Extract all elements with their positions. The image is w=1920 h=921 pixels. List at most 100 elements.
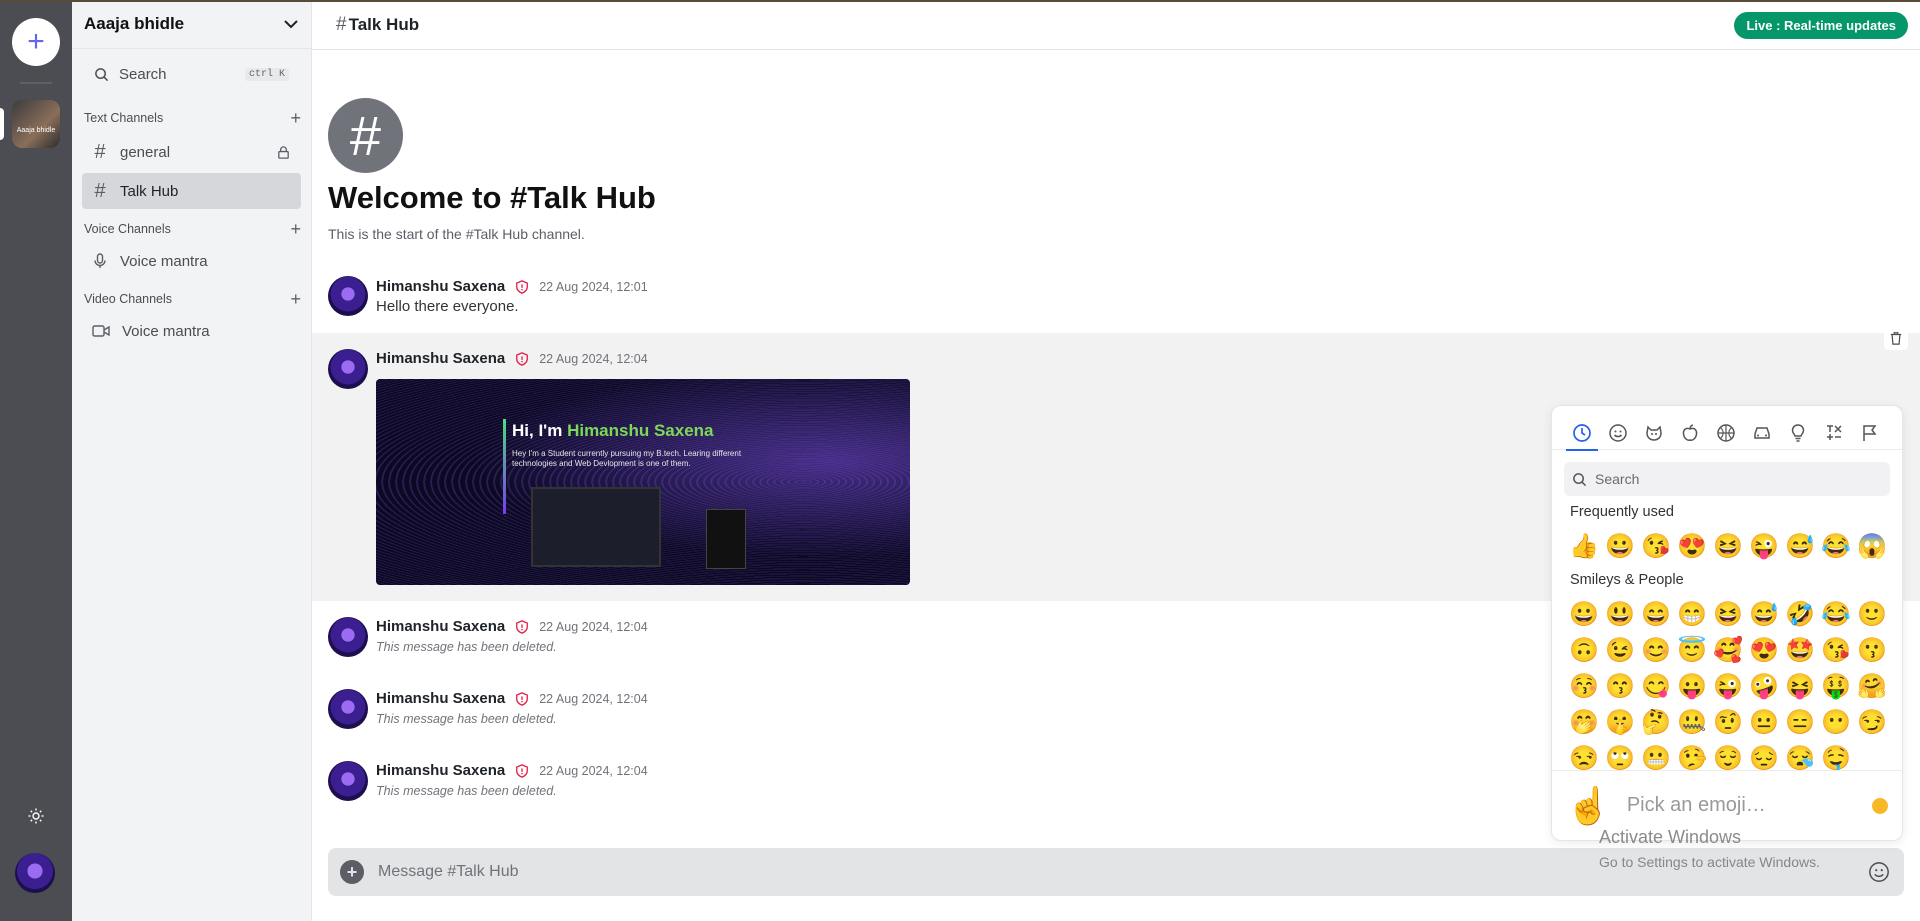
emoji-button[interactable]: 😘 (1818, 632, 1854, 668)
emoji-button[interactable]: 🤫 (1602, 704, 1638, 740)
emoji-button[interactable]: 😂 (1818, 596, 1854, 632)
emoji-button[interactable]: 🤑 (1818, 668, 1854, 704)
emoji-button[interactable]: 😁 (1674, 596, 1710, 632)
attachment-accent-line (503, 419, 506, 514)
server-icon[interactable]: Aaaja bhidle (12, 100, 60, 148)
emoji-button[interactable]: 😆 (1710, 596, 1746, 632)
emoji-button[interactable]: 😚 (1566, 668, 1602, 704)
channel-voice-mantra[interactable]: Voice mantra (82, 243, 301, 279)
emoji-button[interactable] (1866, 859, 1892, 885)
category-travel[interactable] (1744, 416, 1780, 450)
author-name[interactable]: Himanshu Saxena (376, 278, 505, 295)
emoji-button[interactable]: 🤣 (1782, 596, 1818, 632)
message[interactable]: Himanshu Saxena 22 Aug 2024, 12:01 Hello… (312, 272, 1920, 332)
emoji-button[interactable]: 😗 (1854, 632, 1890, 668)
emoji-button[interactable]: 😀 (1602, 528, 1638, 564)
emoji-search (1564, 462, 1890, 496)
smiley-icon (1609, 424, 1627, 442)
emoji-button[interactable]: 😐 (1746, 704, 1782, 740)
add-attachment-button[interactable]: + (340, 860, 364, 884)
author-avatar[interactable] (328, 276, 368, 316)
emoji-button[interactable]: 😘 (1638, 528, 1674, 564)
emoji-button[interactable]: 👍 (1566, 528, 1602, 564)
category-smileys[interactable] (1600, 416, 1636, 450)
emoji-button[interactable]: 😍 (1746, 632, 1782, 668)
emoji-search-input[interactable] (1595, 471, 1882, 487)
emoji-button[interactable]: 😙 (1602, 668, 1638, 704)
emoji-button[interactable]: 🤪 (1746, 668, 1782, 704)
image-attachment[interactable]: Hi, I'm Himanshu Saxena Hey I'm a Studen… (376, 379, 910, 585)
emoji-button[interactable]: 😑 (1782, 704, 1818, 740)
author-name[interactable]: Himanshu Saxena (376, 350, 505, 367)
emoji-button[interactable]: 😇 (1674, 632, 1710, 668)
emoji-button[interactable]: 🤔 (1638, 704, 1674, 740)
deleted-message-notice: This message has been deleted. (376, 640, 557, 654)
attachment-text: Hey I'm a Student currently pursuing my … (512, 449, 742, 468)
emoji-button[interactable]: 😏 (1854, 704, 1890, 740)
emoji-button[interactable]: 😊 (1638, 632, 1674, 668)
add-text-channel-button[interactable]: + (290, 109, 301, 127)
welcome-title: Welcome to #Talk Hub (328, 180, 656, 215)
emoji-button[interactable]: 😋 (1638, 668, 1674, 704)
emoji-button[interactable]: 😝 (1782, 668, 1818, 704)
emoji-button[interactable]: 🤗 (1854, 668, 1890, 704)
channel-talk-hub[interactable]: # Talk Hub (82, 173, 301, 209)
emoji-button[interactable]: 🤐 (1674, 704, 1710, 740)
emoji-button[interactable]: 🤩 (1782, 632, 1818, 668)
author-avatar[interactable] (328, 761, 368, 801)
search-button[interactable]: Search ctrl K (84, 61, 299, 87)
user-avatar[interactable] (15, 853, 55, 893)
author-name[interactable]: Himanshu Saxena (376, 618, 505, 635)
emoji-button[interactable]: 🤭 (1566, 704, 1602, 740)
emoji-button[interactable]: 😛 (1674, 668, 1710, 704)
flag-icon (1863, 425, 1877, 441)
category-flags[interactable] (1852, 416, 1888, 450)
trash-icon (1890, 332, 1902, 345)
author-name[interactable]: Himanshu Saxena (376, 762, 505, 779)
emoji-button[interactable]: 🤨 (1710, 704, 1746, 740)
category-food[interactable] (1672, 416, 1708, 450)
emoji-button[interactable]: 😄 (1638, 596, 1674, 632)
add-video-channel-button[interactable]: + (290, 290, 301, 308)
shield-alert-icon (516, 763, 529, 778)
welcome-subtitle: This is the start of the #Talk Hub chann… (328, 226, 585, 242)
emoji-button[interactable]: 🥰 (1710, 632, 1746, 668)
category-recent[interactable] (1564, 416, 1600, 451)
category-objects[interactable] (1780, 416, 1816, 450)
message-content: Hello there everyone. (376, 298, 519, 315)
emoji-button[interactable]: 😅 (1782, 528, 1818, 564)
emoji-button[interactable]: 😂 (1818, 528, 1854, 564)
theme-toggle-icon[interactable] (24, 804, 48, 828)
emoji-button[interactable]: 😍 (1674, 528, 1710, 564)
author-avatar[interactable] (328, 689, 368, 729)
channel-general[interactable]: # general (82, 134, 301, 170)
author-avatar[interactable] (328, 349, 368, 389)
emoji-button[interactable]: 😆 (1710, 528, 1746, 564)
category-activities[interactable] (1708, 416, 1744, 450)
emoji-button[interactable]: 🙃 (1566, 632, 1602, 668)
server-header[interactable]: Aaaja bhidle (72, 0, 311, 49)
preview-text: Pick an emoji… (1626, 794, 1766, 816)
emoji-button[interactable]: 😃 (1602, 596, 1638, 632)
add-server-button[interactable]: + (12, 18, 60, 66)
author-name[interactable]: Himanshu Saxena (376, 690, 505, 707)
hash-icon: # (336, 13, 347, 35)
search-icon (1573, 472, 1587, 486)
channel-video-voice-mantra[interactable]: Voice mantra (82, 313, 301, 349)
emoji-button[interactable]: 😅 (1746, 596, 1782, 632)
category-animals[interactable] (1636, 416, 1672, 450)
delete-message-button[interactable] (1884, 326, 1908, 350)
emoji-button[interactable]: 🙂 (1854, 596, 1890, 632)
ball-icon (1717, 424, 1735, 442)
emoji-button[interactable]: 😉 (1602, 632, 1638, 668)
author-avatar[interactable] (328, 617, 368, 657)
add-voice-channel-button[interactable]: + (290, 220, 301, 238)
category-symbols[interactable] (1816, 416, 1852, 450)
emoji-button[interactable]: 😀 (1566, 596, 1602, 632)
emoji-button[interactable]: 😶 (1818, 704, 1854, 740)
skin-tone-button[interactable] (1872, 797, 1888, 814)
emoji-button[interactable]: 😱 (1854, 528, 1890, 564)
message-input[interactable] (378, 863, 1866, 881)
emoji-button[interactable]: 😜 (1710, 668, 1746, 704)
emoji-button[interactable]: 😜 (1746, 528, 1782, 564)
